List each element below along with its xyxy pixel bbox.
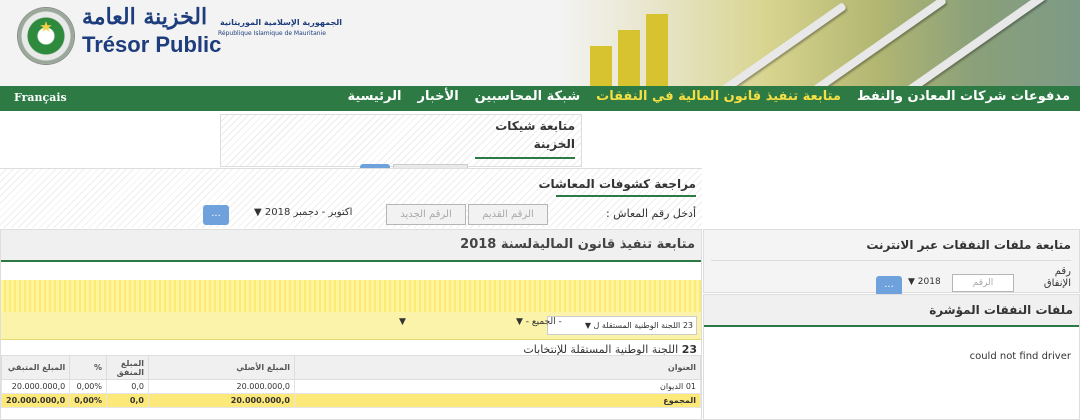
budget-chart-area <box>1 280 701 312</box>
cell-original: 20.000.000,0 <box>147 379 295 394</box>
online-divider <box>711 260 1071 261</box>
old-pension-number-input[interactable]: الرقم القديم <box>468 204 548 225</box>
checks-title-line2: الخزينة <box>533 137 575 151</box>
pension-search-button[interactable]: ... <box>203 205 229 225</box>
cell-spent: 0,0 <box>105 379 149 394</box>
col-percent: % <box>69 355 107 380</box>
treasury-checks-widget: متابعة شيكات الخزينة <box>220 114 582 167</box>
entity-select[interactable]: 23 اللجنة الوطنية المستقلة ل ▼ <box>547 316 697 335</box>
expense-number-input[interactable]: الرقم <box>952 274 1014 292</box>
col-spent: المبلغ المنفق <box>105 355 149 380</box>
budget-header: متابعة تنفيذ قانون الماليةلسنة 2018 <box>1 230 701 262</box>
national-emblem-logo <box>18 8 74 64</box>
indicative-expense-files-panel: ملفات النفقات المؤشرة could not find dri… <box>703 294 1080 420</box>
checks-underline <box>475 157 575 159</box>
banner-illustration <box>560 0 1080 86</box>
pension-number-label: أدخل رقم المعاش : <box>605 207 696 220</box>
col-original: المبلغ الأصلي <box>147 355 295 380</box>
pension-review-panel: مراجعة كشوفات المعاشات أدخل رقم المعاش :… <box>0 168 702 228</box>
year-select[interactable]: 2018 ▼ <box>908 277 941 287</box>
pension-title: مراجعة كشوفات المعاشات <box>538 177 696 191</box>
checks-title-line1: متابعة شيكات <box>495 119 575 133</box>
budget-title: متابعة تنفيذ قانون الماليةلسنة 2018 <box>460 237 695 252</box>
total-original: 20.000.000,0 <box>147 393 295 408</box>
logo-title-french: Trésor Public <box>82 32 222 57</box>
expense-search-button[interactable]: ... <box>876 276 902 296</box>
online-title: متابعة ملفات النفقات عبر الانترنت <box>866 238 1071 252</box>
table-header-row: المبلغ المتبقي % المبلغ المنفق المبلغ ال… <box>0 355 702 380</box>
group-select[interactable]: - الجميع - ▼ <box>516 317 562 327</box>
government-name-arabic: الجمهورية الإسلامية الموريتانية <box>220 18 343 27</box>
expense-number-label-2: الإنفاق <box>1043 278 1071 289</box>
col-remaining: المبلغ المتبقي <box>0 355 71 380</box>
col-title: العنوان <box>293 355 702 380</box>
indicative-title: ملفات النفقات المؤشرة <box>929 303 1073 317</box>
budget-filter-bar: 23 اللجنة الوطنية المستقلة ل ▼ - الجميع … <box>1 312 701 340</box>
table-row[interactable]: 20.000.000,0 0,00% 0,0 20.000.000,0 01 ا… <box>0 379 702 394</box>
cell-remaining: 20.000.000,0 <box>0 379 71 394</box>
total-label: المجموع <box>293 393 702 408</box>
nav-item-news[interactable]: الأخبار <box>417 89 458 109</box>
nav-menu: الرئيسية الأخبار شبكة المحاسبين متابعة ت… <box>347 89 1070 109</box>
expense-number-label: رقم <box>1054 266 1071 277</box>
total-remaining: 20.000.000,0 <box>0 393 71 408</box>
nav-item-accountants-network[interactable]: شبكة المحاسبين <box>475 89 580 109</box>
cell-title: 01 الديوان <box>293 379 702 394</box>
nav-item-home[interactable]: الرئيسية <box>347 89 401 109</box>
total-percent: 0,00% <box>69 393 107 408</box>
budget-execution-panel: متابعة تنفيذ قانون الماليةلسنة 2018 23 ا… <box>0 229 702 420</box>
language-link-french[interactable]: Français <box>14 91 67 104</box>
nav-item-mining-oil-payments[interactable]: مدفوعات شركات المعادن والنفط <box>857 89 1070 109</box>
site-header: الخزينة العامة Trésor Public الجمهورية ا… <box>0 0 1080 86</box>
indicative-header: ملفات النفقات المؤشرة <box>704 295 1079 327</box>
period-select[interactable]: اكتوبر - دجمبر 2018 ▼ <box>254 207 352 218</box>
cell-percent: 0,00% <box>69 379 107 394</box>
star-icon <box>40 21 52 32</box>
pension-underline <box>556 195 696 197</box>
logo-title-arabic: الخزينة العامة <box>82 4 208 30</box>
total-spent: 0,0 <box>105 393 149 408</box>
budget-table: المبلغ المتبقي % المبلغ المنفق المبلغ ال… <box>0 355 702 408</box>
new-pension-number-input[interactable]: الرقم الجديد <box>386 204 466 225</box>
nav-item-budget-execution[interactable]: متابعة تنفيذ قانون المالية في النفقات <box>596 89 841 109</box>
main-nav: Français الرئيسية الأخبار شبكة المحاسبين… <box>0 86 1080 111</box>
subgroup-select[interactable]: ▼ <box>399 317 406 327</box>
table-total-row: 20.000.000,0 0,00% 0,0 20.000.000,0 المج… <box>0 393 702 408</box>
online-expense-tracking-panel: متابعة ملفات النفقات عبر الانترنت رقم ال… <box>703 229 1080 296</box>
error-message: could not find driver <box>969 351 1071 362</box>
government-name-french: République Islamique de Mauritanie <box>218 30 326 37</box>
